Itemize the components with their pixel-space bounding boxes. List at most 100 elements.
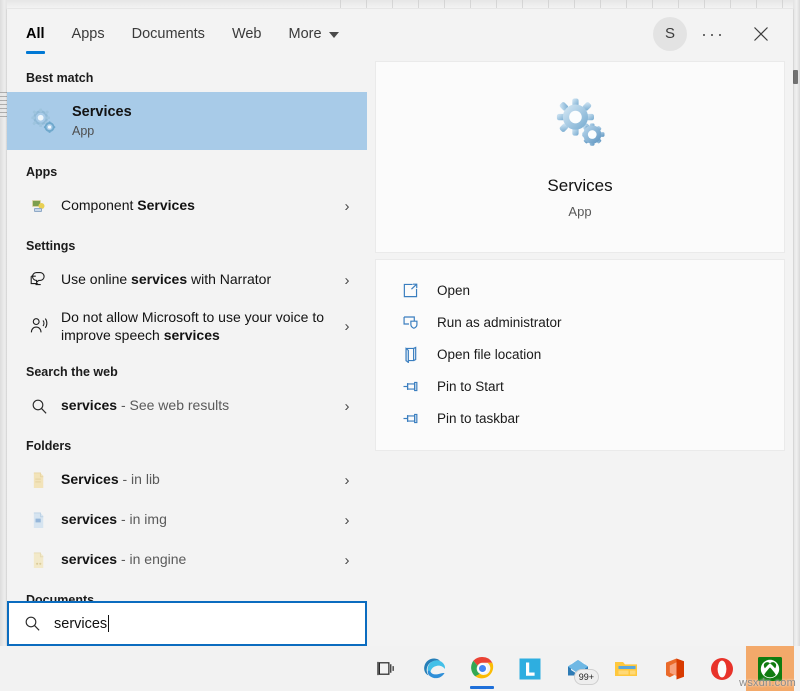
close-button[interactable] <box>739 14 783 54</box>
close-icon <box>753 26 769 42</box>
chevron-right-icon[interactable]: › <box>336 318 358 335</box>
edge-icon <box>422 656 447 681</box>
search-icon <box>26 393 52 419</box>
result-item-narrator-online-services[interactable]: Use online services with Narrator › <box>7 260 367 300</box>
group-title-best-match: Best match <box>7 58 367 92</box>
taskbar: 99+ <box>0 646 800 691</box>
text-cursor <box>108 615 109 632</box>
preview-title: Services <box>547 176 612 196</box>
tab-apps[interactable]: Apps <box>72 9 105 58</box>
action-open-file-location[interactable]: Open file location <box>376 338 784 370</box>
task-view-icon <box>376 659 397 678</box>
taskbar-item-file-explorer[interactable] <box>602 646 650 691</box>
preview-pane: Services App Open <box>367 58 793 646</box>
more-options-button[interactable]: ··· <box>691 14 735 54</box>
group-title-settings: Settings <box>7 226 367 260</box>
mail-badge: 99+ <box>574 669 599 685</box>
search-input-value: services <box>54 616 107 632</box>
group-title-apps: Apps <box>7 152 367 186</box>
pin-icon <box>400 376 420 396</box>
result-item-folder-services-engine[interactable]: services - in engine › <box>7 540 367 580</box>
taskbar-item-chrome[interactable] <box>458 646 506 691</box>
result-title: Services <box>72 103 358 121</box>
tab-web-label: Web <box>232 26 262 42</box>
tab-all[interactable]: All <box>26 9 45 58</box>
header-actions: S ··· <box>653 9 783 58</box>
lightshot-icon <box>518 657 542 681</box>
action-label: Open <box>437 283 470 298</box>
tab-list: All Apps Documents Web More <box>7 9 366 58</box>
tab-web[interactable]: Web <box>232 9 262 58</box>
result-label: services - See web results <box>61 397 336 415</box>
search-flyout: All Apps Documents Web More S <box>7 9 793 646</box>
desktop-left-marks <box>0 92 7 118</box>
avatar-initial: S <box>665 25 675 42</box>
result-text: Services App <box>72 103 358 140</box>
result-text: Component Services <box>61 197 336 215</box>
result-text: Services - in lib <box>61 471 336 489</box>
taskbar-item-lightshot[interactable] <box>506 646 554 691</box>
component-services-icon <box>26 193 52 219</box>
result-text: services - in engine <box>61 551 336 569</box>
result-text: services - in img <box>61 511 336 529</box>
desktop-ruler-marks <box>340 0 795 8</box>
taskbar-item-task-view[interactable] <box>362 646 410 691</box>
tab-documents[interactable]: Documents <box>132 9 205 58</box>
app-preview-card: Services App <box>376 62 784 252</box>
group-title-search-the-web: Search the web <box>7 352 367 386</box>
results-pane: Best match <box>7 58 367 646</box>
folder-yellow-icon <box>26 467 52 493</box>
taskbar-item-edge[interactable] <box>410 646 458 691</box>
result-label: Use online services with Narrator <box>61 271 336 289</box>
services-gear-icon <box>26 104 60 138</box>
result-label: Services - in lib <box>61 471 336 489</box>
result-subtitle: App <box>72 123 358 140</box>
chevron-right-icon[interactable]: › <box>336 472 358 489</box>
result-item-folder-services-lib[interactable]: Services - in lib › <box>7 460 367 500</box>
taskbar-item-office[interactable] <box>650 646 698 691</box>
ellipsis-icon: ··· <box>701 25 725 43</box>
chevron-right-icon[interactable]: › <box>336 272 358 289</box>
chevron-right-icon[interactable]: › <box>336 552 358 569</box>
action-run-as-administrator[interactable]: Run as administrator <box>376 306 784 338</box>
result-item-folder-services-img[interactable]: services - in img › <box>7 500 367 540</box>
result-label: Component Services <box>61 197 336 215</box>
tab-more[interactable]: More <box>289 9 339 58</box>
tab-more-label: More <box>289 26 322 42</box>
result-label: services - in engine <box>61 551 336 569</box>
result-text: Do not allow Microsoft to use your voice… <box>61 308 336 344</box>
result-item-web-services[interactable]: services - See web results › <box>7 386 367 426</box>
speech-voice-icon <box>26 313 52 339</box>
result-item-services-best-match[interactable]: Services App <box>7 92 367 150</box>
chevron-right-icon[interactable]: › <box>336 398 358 415</box>
result-label: services - in img <box>61 511 336 529</box>
avatar[interactable]: S <box>653 17 687 51</box>
app-actions-card: Open Run as administrator <box>376 260 784 450</box>
action-pin-to-start[interactable]: Pin to Start <box>376 370 784 402</box>
chrome-icon <box>470 656 495 681</box>
search-input[interactable]: services <box>7 601 367 646</box>
office-icon <box>663 657 686 681</box>
action-label: Run as administrator <box>437 315 562 330</box>
chevron-down-icon <box>329 32 339 38</box>
search-input-value-wrap: services <box>54 615 109 632</box>
taskbar-item-mail[interactable]: 99+ <box>554 646 602 691</box>
watermark: wsxdn.com <box>739 677 796 689</box>
action-label: Pin to Start <box>437 379 504 394</box>
action-label: Open file location <box>437 347 541 362</box>
action-open[interactable]: Open <box>376 274 784 306</box>
action-label: Pin to taskbar <box>437 411 520 426</box>
action-pin-to-taskbar[interactable]: Pin to taskbar <box>376 402 784 434</box>
result-item-component-services[interactable]: Component Services › <box>7 186 367 226</box>
result-item-speech-services[interactable]: Do not allow Microsoft to use your voice… <box>7 300 367 352</box>
screen: All Apps Documents Web More S <box>0 0 800 691</box>
preview-subtitle: App <box>568 204 591 219</box>
pin-icon <box>400 408 420 428</box>
desktop-right-strip <box>793 0 800 646</box>
tab-apps-label: Apps <box>72 26 105 42</box>
chevron-right-icon[interactable]: › <box>336 512 358 529</box>
open-window-icon <box>400 280 420 300</box>
chevron-right-icon[interactable]: › <box>336 198 358 215</box>
folder-open-icon <box>400 344 420 364</box>
opera-icon <box>710 657 734 681</box>
